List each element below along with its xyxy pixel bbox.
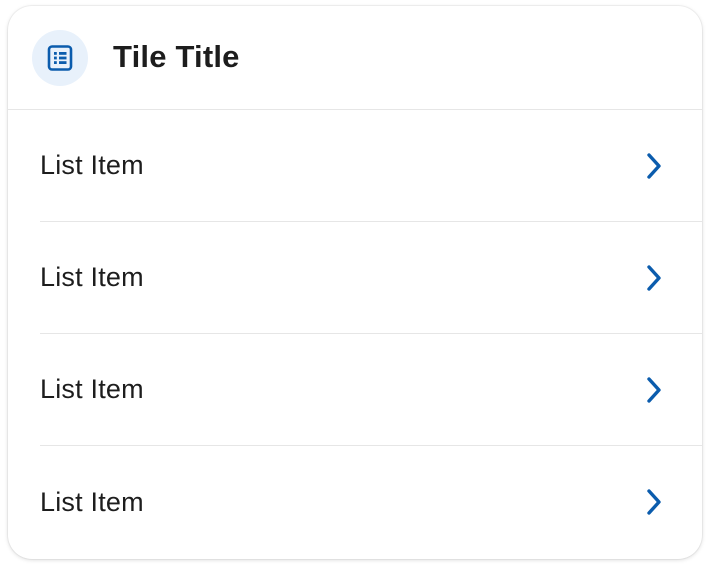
list-item[interactable]: List Item [40, 110, 702, 222]
tile-header: Tile Title [8, 6, 702, 110]
list-item[interactable]: List Item [40, 222, 702, 334]
tile-list: List Item List Item List Item List Item [8, 110, 702, 558]
list-item-label: List Item [40, 374, 144, 404]
list-item-label: List Item [40, 486, 144, 517]
tile-title: Tile Title [113, 38, 240, 74]
chevron-right-icon [640, 152, 668, 180]
list-item[interactable]: List Item [40, 334, 702, 446]
list-item[interactable]: List Item [40, 446, 702, 558]
chevron-right-icon [640, 264, 668, 292]
list-item-label: List Item [40, 150, 144, 180]
chevron-right-icon [640, 376, 668, 404]
list-item-label: List Item [40, 262, 144, 292]
list-document-icon [32, 29, 88, 86]
tile-card: Tile Title List Item List Item List Item… [8, 6, 702, 559]
chevron-right-icon [640, 488, 668, 516]
